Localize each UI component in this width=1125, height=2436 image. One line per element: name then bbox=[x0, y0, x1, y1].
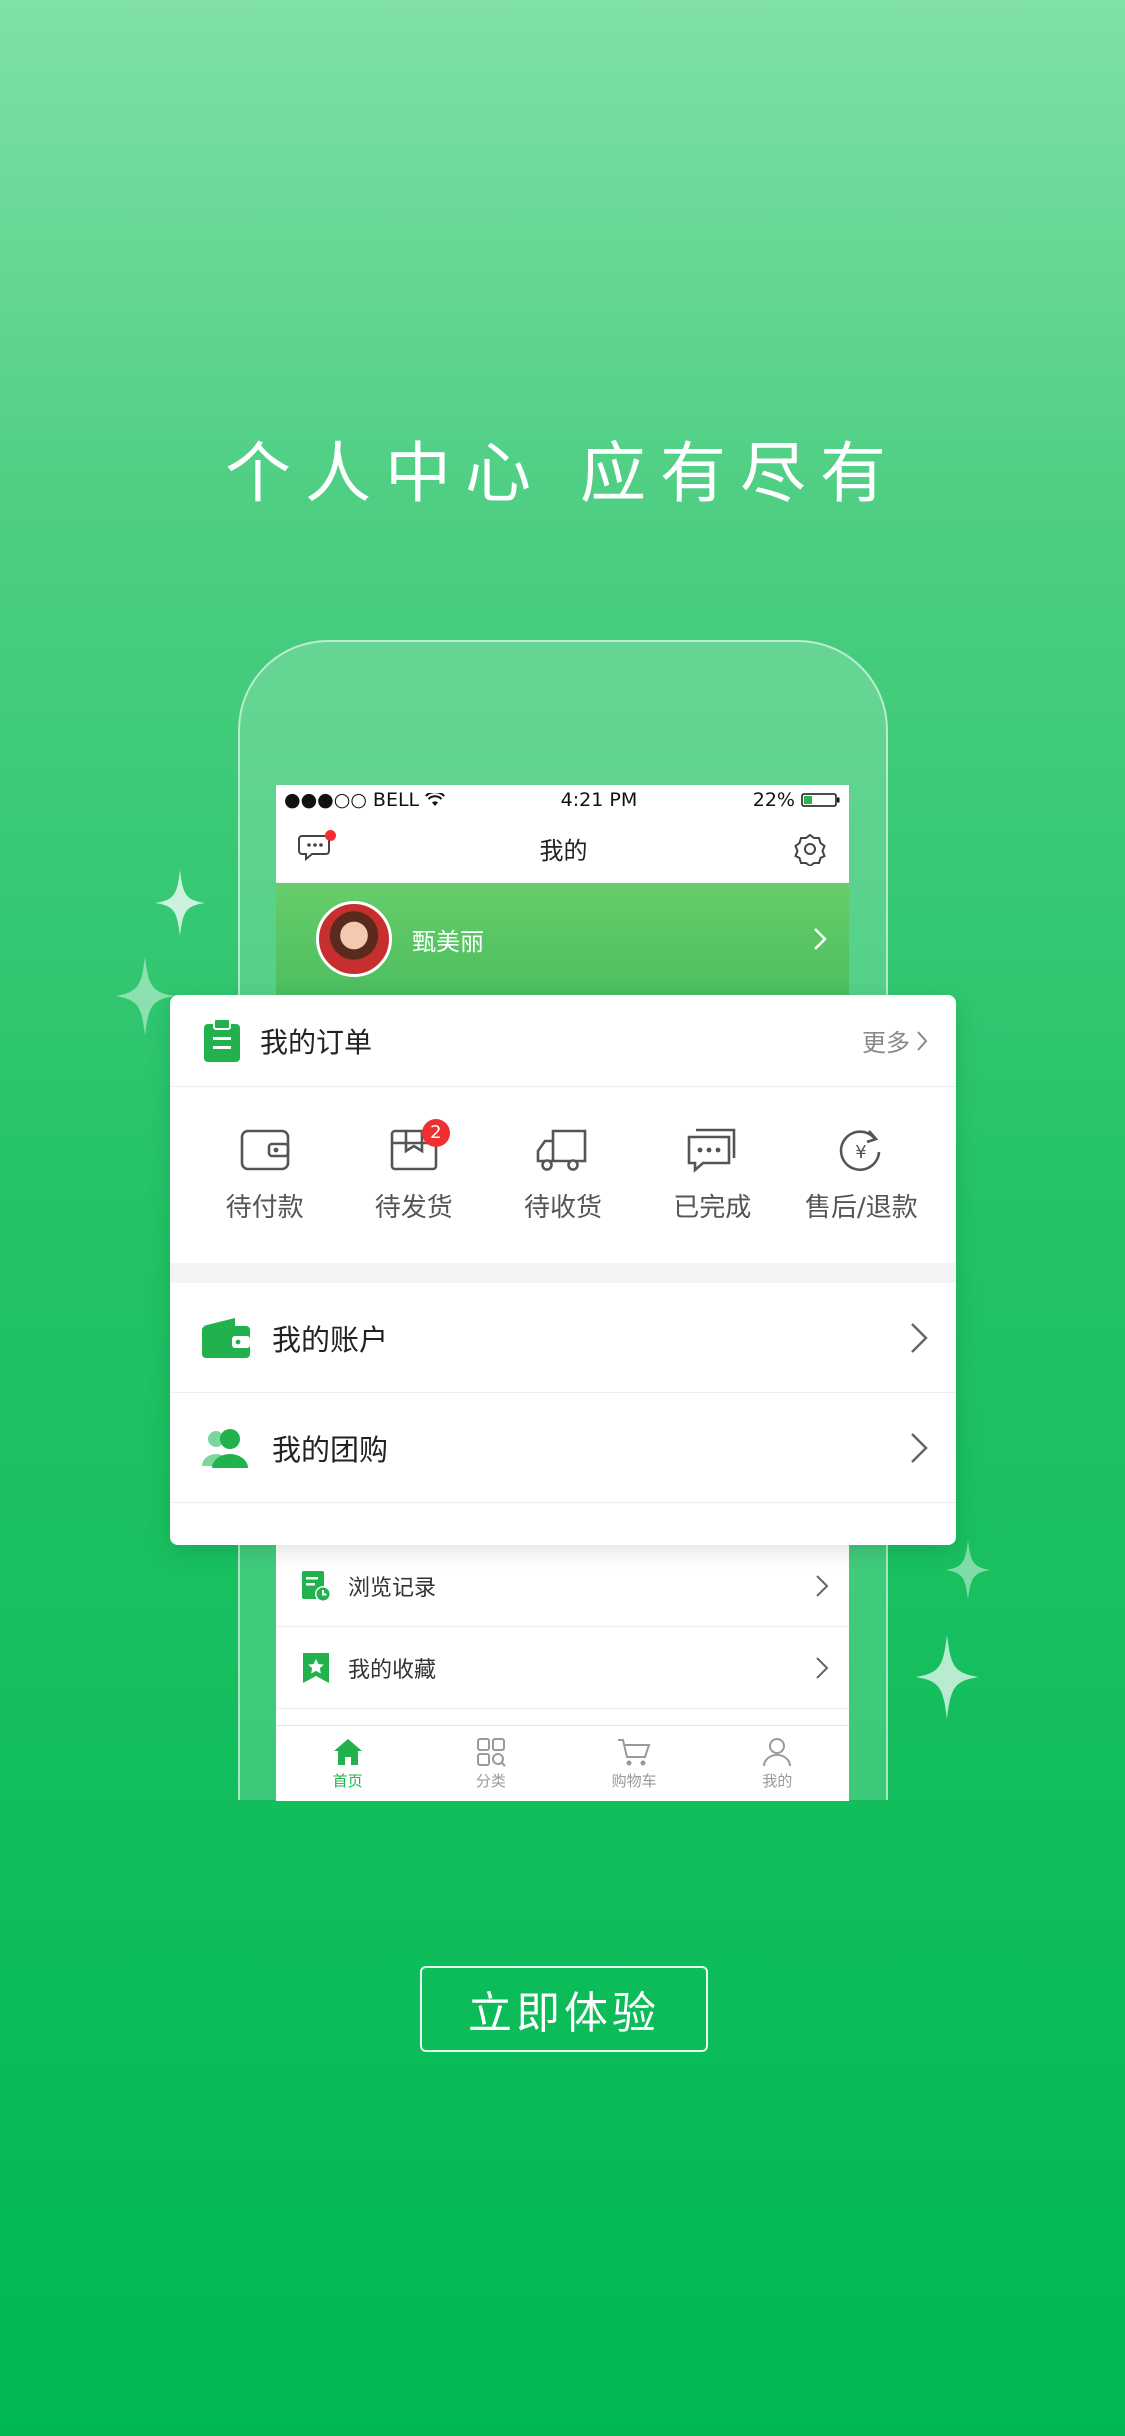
nav-bar: 我的 bbox=[276, 815, 849, 883]
category-icon bbox=[476, 1737, 506, 1767]
row-label: 我的账户 bbox=[272, 1322, 389, 1357]
headline: 个人中心 应有尽有 bbox=[225, 435, 900, 512]
order-status-label: 待付款 bbox=[225, 1192, 304, 1223]
wallet-icon bbox=[240, 1129, 289, 1170]
refund-icon: ¥ bbox=[840, 1129, 881, 1171]
tab-home[interactable]: 首页 bbox=[276, 1726, 419, 1801]
tab-mine[interactable]: 我的 bbox=[706, 1726, 849, 1801]
clock: 4:21 PM bbox=[560, 789, 638, 811]
order-status-label: 售后/退款 bbox=[805, 1192, 918, 1223]
tab-label: 购物车 bbox=[611, 1771, 657, 1790]
tab-label: 分类 bbox=[475, 1771, 506, 1790]
avatar[interactable] bbox=[316, 901, 392, 977]
message-icon[interactable] bbox=[298, 829, 336, 866]
orders-title: 我的订单 bbox=[260, 1025, 373, 1059]
row-my-account[interactable]: 我的账户 bbox=[170, 1283, 956, 1393]
battery-percent: 22% bbox=[752, 789, 795, 811]
settings-icon[interactable] bbox=[793, 832, 827, 866]
badge-count: 2 bbox=[421, 1118, 450, 1147]
chevron-right-icon bbox=[816, 1574, 829, 1597]
sparkle-icon bbox=[155, 870, 205, 936]
chevron-right-icon bbox=[816, 1656, 829, 1679]
group-buy-icon bbox=[202, 1428, 248, 1468]
row-label: 我的团购 bbox=[272, 1432, 389, 1467]
order-status-label: 待发货 bbox=[374, 1192, 453, 1223]
order-status-label: 已完成 bbox=[673, 1192, 752, 1223]
chat-done-icon bbox=[687, 1128, 736, 1173]
section-divider bbox=[170, 1263, 956, 1283]
tab-label: 我的 bbox=[762, 1771, 793, 1790]
tab-cart[interactable]: 购物车 bbox=[563, 1726, 706, 1801]
truck-icon bbox=[536, 1129, 587, 1171]
username: 甄美丽 bbox=[412, 927, 484, 956]
chevron-right-icon bbox=[814, 928, 827, 950]
status-bar: ●●●○○ BELL 4:21 PM 22% bbox=[276, 785, 849, 815]
orders-card: 我的订单 更多 待付款 2 待发货 待收货 已完成 ¥ 售后/退款 我的账户 我… bbox=[170, 995, 956, 1545]
account-wallet-icon bbox=[202, 1317, 250, 1358]
history-icon bbox=[302, 1570, 331, 1602]
order-status-refund[interactable]: ¥ 售后/退款 bbox=[787, 1127, 936, 1224]
order-status-grid: 待付款 2 待发货 待收货 已完成 ¥ 售后/退款 bbox=[170, 1087, 956, 1263]
more-label: 更多 bbox=[862, 1029, 910, 1057]
try-now-button[interactable]: 立即体验 bbox=[420, 1966, 708, 2052]
list-item-history[interactable]: 浏览记录 bbox=[276, 1545, 849, 1627]
list-item-favorites[interactable]: 我的收藏 bbox=[276, 1627, 849, 1709]
order-status-pending-receipt[interactable]: 待收货 bbox=[488, 1127, 637, 1224]
profile-header[interactable]: 甄美丽 bbox=[276, 883, 849, 995]
chevron-right-icon bbox=[917, 1030, 928, 1051]
menu-list: 浏览记录 我的收藏 bbox=[276, 1545, 849, 1709]
favorite-icon bbox=[303, 1652, 329, 1683]
svg-text:¥: ¥ bbox=[856, 1142, 867, 1163]
sparkle-icon bbox=[915, 1635, 979, 1719]
order-status-label: 待收货 bbox=[524, 1192, 603, 1223]
order-status-pending-payment[interactable]: 待付款 bbox=[190, 1127, 339, 1224]
cart-icon bbox=[618, 1738, 651, 1765]
page-title: 我的 bbox=[539, 837, 588, 865]
clipboard-icon bbox=[204, 1017, 240, 1062]
list-item-label: 浏览记录 bbox=[348, 1575, 437, 1601]
order-status-completed[interactable]: 已完成 bbox=[638, 1127, 787, 1224]
home-icon bbox=[333, 1738, 362, 1765]
user-icon bbox=[763, 1737, 792, 1766]
battery-icon bbox=[801, 793, 840, 807]
tab-bar: 首页 分类 购物车 我的 bbox=[276, 1725, 849, 1801]
sparkle-icon bbox=[115, 956, 175, 1036]
row-group-buy[interactable]: 我的团购 bbox=[170, 1393, 956, 1503]
orders-header[interactable]: 我的订单 更多 bbox=[170, 995, 956, 1087]
chevron-right-icon bbox=[911, 1322, 928, 1353]
more-link[interactable]: 更多 bbox=[862, 1023, 928, 1058]
tab-category[interactable]: 分类 bbox=[419, 1726, 562, 1801]
carrier-text: ●●●○○ BELL bbox=[284, 789, 420, 811]
notification-dot bbox=[325, 829, 336, 841]
list-item-label: 我的收藏 bbox=[348, 1657, 437, 1683]
order-status-pending-shipment[interactable]: 2 待发货 bbox=[339, 1118, 488, 1224]
wifi-icon bbox=[425, 793, 446, 806]
sparkle-icon bbox=[945, 1540, 991, 1600]
tab-label: 首页 bbox=[332, 1771, 363, 1790]
chevron-right-icon bbox=[911, 1432, 928, 1463]
